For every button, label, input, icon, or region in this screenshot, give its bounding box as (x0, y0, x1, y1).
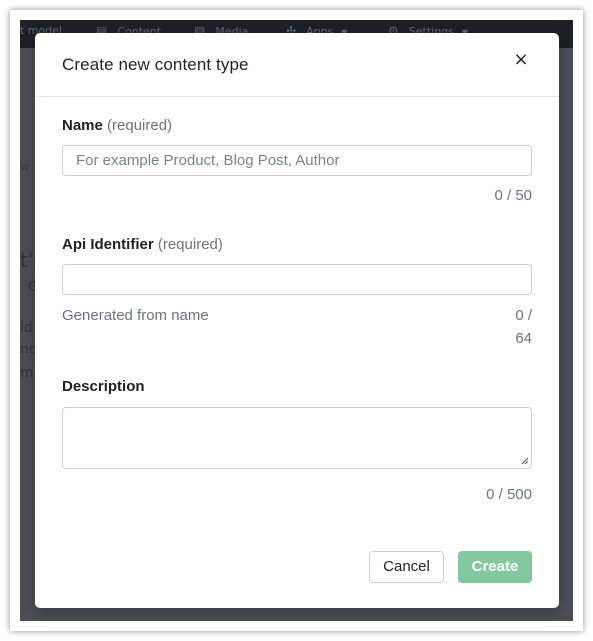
modal-header: Create new content type × (35, 33, 559, 97)
api-identifier-char-counter: 0 / (515, 307, 532, 324)
create-button[interactable]: Create (458, 551, 532, 583)
description-label: Description (62, 378, 145, 395)
api-identifier-char-counter-max: 64 (515, 330, 532, 347)
name-label-text: Name (62, 117, 103, 134)
api-identifier-label-text: Api Identifier (62, 236, 154, 253)
cancel-button[interactable]: Cancel (369, 551, 444, 583)
api-identifier-hint: Generated from name (62, 307, 209, 324)
api-identifier-label: Api Identifier (required) (62, 236, 223, 253)
required-indicator: (required) (107, 117, 173, 134)
modal-title: Create new content type (62, 55, 249, 74)
api-identifier-input[interactable] (62, 264, 532, 295)
name-char-counter: 0 / 50 (494, 187, 532, 204)
resize-handle-icon[interactable] (521, 457, 529, 465)
name-input[interactable] (62, 145, 532, 176)
close-icon[interactable]: × (510, 49, 532, 71)
description-textarea[interactable] (62, 407, 532, 469)
description-label-text: Description (62, 378, 145, 395)
create-content-type-modal: Create new content type × Name (required… (35, 33, 559, 608)
background-text: w (20, 160, 29, 173)
name-label: Name (required) (62, 117, 172, 134)
background-text: ld (20, 320, 33, 336)
required-indicator: (required) (157, 236, 223, 253)
background-text: m (20, 365, 34, 381)
description-char-counter: 0 / 500 (486, 486, 532, 503)
